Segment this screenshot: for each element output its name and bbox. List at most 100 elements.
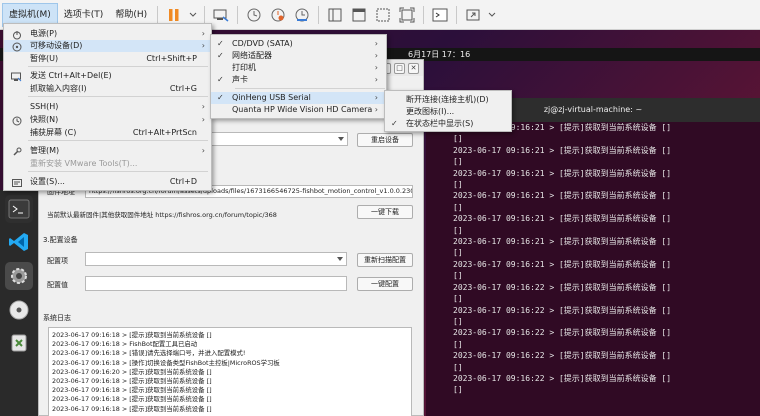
dock-terminal[interactable] [5, 195, 33, 223]
checkmark-icon: ✓ [391, 119, 398, 128]
chevron-down-icon [189, 12, 197, 17]
vm-menu-item[interactable]: 管理(M) › [4, 145, 211, 157]
pause-button[interactable] [164, 5, 184, 25]
chevron-right-icon: › [201, 41, 205, 50]
toolbar-divider [318, 5, 320, 24]
menu-item-label: 重新安装 VMware Tools(T)... [30, 159, 138, 168]
snapshot-manager-button[interactable] [292, 5, 312, 25]
system-log[interactable]: 2023-06-17 09:16:18 > [提示]获取到当前系统设备 [] 20… [48, 327, 412, 416]
chevron-right-icon: › [201, 146, 205, 155]
log-line: 2023-06-17 09:16:18 > [提示]获取到当前系统设备 [] [52, 404, 212, 413]
vm-menu-item[interactable]: 电源(P) › [4, 28, 211, 40]
download-button[interactable]: 一键下载 [357, 205, 413, 219]
dock-dvd[interactable] [5, 296, 33, 324]
menu-separator [28, 171, 208, 172]
menu-item-shortcut: Ctrl+Alt+PrtScn [132, 128, 197, 137]
chevron-down-icon [338, 137, 344, 141]
menu-item-label: 声卡 [232, 75, 248, 84]
menu-separator [28, 66, 208, 67]
vm-menu-item[interactable]: 发送 Ctrl+Alt+Del(E) [4, 70, 211, 82]
library-button[interactable] [325, 5, 345, 25]
send-ctrl-alt-del-icon [213, 9, 229, 22]
rescan-config-button[interactable]: 重新扫描配置 [357, 253, 413, 267]
apply-config-button[interactable]: 一键配置 [357, 277, 413, 291]
dock-vscode[interactable] [5, 228, 33, 256]
vm-menu-item[interactable]: 设置(S)... Ctrl+D [4, 176, 211, 188]
usb-menu-item[interactable]: 更改图标(I)... [385, 106, 511, 118]
menu-item-label: QinHeng USB Serial [232, 93, 311, 102]
device-menu-item[interactable]: ✓ CD/DVD (SATA) › [211, 38, 386, 50]
log-line: 2023-06-17 09:16:18 > [提示]获取到当前系统设备 [] [52, 395, 212, 404]
menu-item-label: 电源(P) [30, 29, 58, 38]
terminal-line: [] [453, 180, 463, 190]
revert-snapshot-button[interactable] [268, 5, 288, 25]
device-menu-item[interactable]: ✓ 声卡 › [211, 74, 386, 86]
terminal-line: 2023-06-17 09:16:22 > [提示]获取到当前系统设备 [] [453, 351, 672, 361]
vm-menu-item[interactable]: 暂停(U) Ctrl+Shift+P [4, 53, 211, 65]
menu-item-label: 打印机 [232, 63, 256, 72]
terminal-line: 2023-06-17 09:16:21 > [提示]获取到当前系统设备 [] [453, 168, 672, 178]
menu-item-label: 设置(S)... [30, 177, 65, 186]
vm-menu-item[interactable]: 捕获屏幕 (C) Ctrl+Alt+PrtScn [4, 127, 211, 139]
vm-menu: 电源(P) › 可移动设备(D) › 暂停(U) Ctrl+Shift+P 发送 Ctrl+… [3, 23, 212, 191]
menu-item-label: SSH(H) [30, 102, 59, 111]
maximize-button[interactable]: □ [394, 62, 405, 74]
usb-menu-item[interactable]: 断开连接(连接主机)(D) [385, 94, 511, 106]
checkmark-icon: ✓ [217, 51, 224, 60]
usb-serial-menu: 断开连接(连接主机)(D) 更改图标(I)... ✓ 在状态栏中显示(S) [384, 90, 512, 132]
vm-menu-item[interactable]: 可移动设备(D) › [4, 40, 211, 52]
chevron-right-icon: › [374, 39, 378, 48]
terminal-line: 2023-06-17 09:16:21 > [提示]获取到当前系统设备 [] [453, 145, 672, 155]
device-menu-item[interactable]: ✓ QinHeng USB Serial › [211, 92, 386, 104]
config-section-title: 3.配置设备 [43, 236, 78, 244]
close-button[interactable]: ✕ [408, 62, 419, 74]
terminal-line: [] [453, 294, 463, 304]
terminal-line: 2023-06-17 09:16:21 > [提示]获取到当前系统设备 [] [453, 214, 672, 224]
usb-menu-item[interactable]: ✓ 在状态栏中显示(S) [385, 118, 511, 130]
menu-item-label: 在状态栏中显示(S) [406, 119, 474, 128]
log-line: 2023-06-17 09:16:18 > [提示]获取到当前系统设备 [] [52, 331, 212, 339]
fullscreen-button[interactable] [397, 5, 417, 25]
dock-settings[interactable] [5, 262, 33, 290]
unity-button[interactable] [373, 5, 393, 25]
config-value-field[interactable] [85, 276, 347, 291]
device-menu-item[interactable]: 打印机 › [211, 62, 386, 74]
power-icon [11, 29, 22, 40]
chevron-right-icon: › [201, 102, 205, 111]
checkmark-icon: ✓ [217, 93, 224, 102]
menu-item-label: CD/DVD (SATA) [232, 39, 293, 48]
terminal-line: [] [453, 316, 463, 326]
console-button[interactable] [430, 5, 450, 25]
chevron-right-icon: › [374, 75, 378, 84]
snapshot-button[interactable] [244, 5, 264, 25]
stretch-dropdown-button[interactable] [487, 5, 497, 25]
gear-icon [11, 268, 27, 284]
config-value-label: 配置值 [47, 281, 68, 289]
snapshot-icon [11, 115, 22, 126]
trash-icon [11, 334, 27, 352]
terminal-line: [] [453, 271, 463, 281]
send-ctrl-alt-del-button[interactable] [211, 5, 231, 25]
device-menu-item[interactable]: Quanta HP Wide Vision HD Camera › [211, 104, 386, 116]
pause-dropdown-button[interactable] [188, 5, 198, 25]
terminal-window[interactable]: zj@zj-virtual-machine: ~ 2023-06-17 09:1… [426, 98, 760, 416]
menu-separator [28, 96, 208, 97]
menu-separator [235, 88, 385, 89]
restart-device-button[interactable]: 重启设备 [357, 133, 413, 147]
vm-menu-item[interactable]: 快照(N) › [4, 114, 211, 126]
menu-item-shortcut: Ctrl+G [169, 84, 197, 93]
checkmark-icon: ✓ [217, 75, 224, 84]
pause-icon [169, 8, 179, 21]
dock-trash[interactable] [5, 328, 33, 356]
terminal-output: 2023-06-17 09:16:21 > [提示]获取到当前系统设备 [] []… [426, 122, 760, 396]
terminal-icon [8, 199, 30, 219]
device-menu-item[interactable]: ✓ 网络适配器 › [211, 50, 386, 62]
single-window-button[interactable] [349, 5, 369, 25]
config-item-select[interactable] [85, 252, 347, 266]
menu-item-label: 快照(N) [30, 115, 59, 124]
vm-menu-item[interactable]: SSH(H) › [4, 101, 211, 113]
log-line: 2023-06-17 09:16:20 > [提示]获取到当前系统设备 [] [52, 367, 212, 376]
disc-icon [9, 300, 29, 320]
vm-menu-item[interactable]: 抓取输入内容(I) Ctrl+G [4, 83, 211, 95]
stretch-button[interactable] [463, 5, 483, 25]
